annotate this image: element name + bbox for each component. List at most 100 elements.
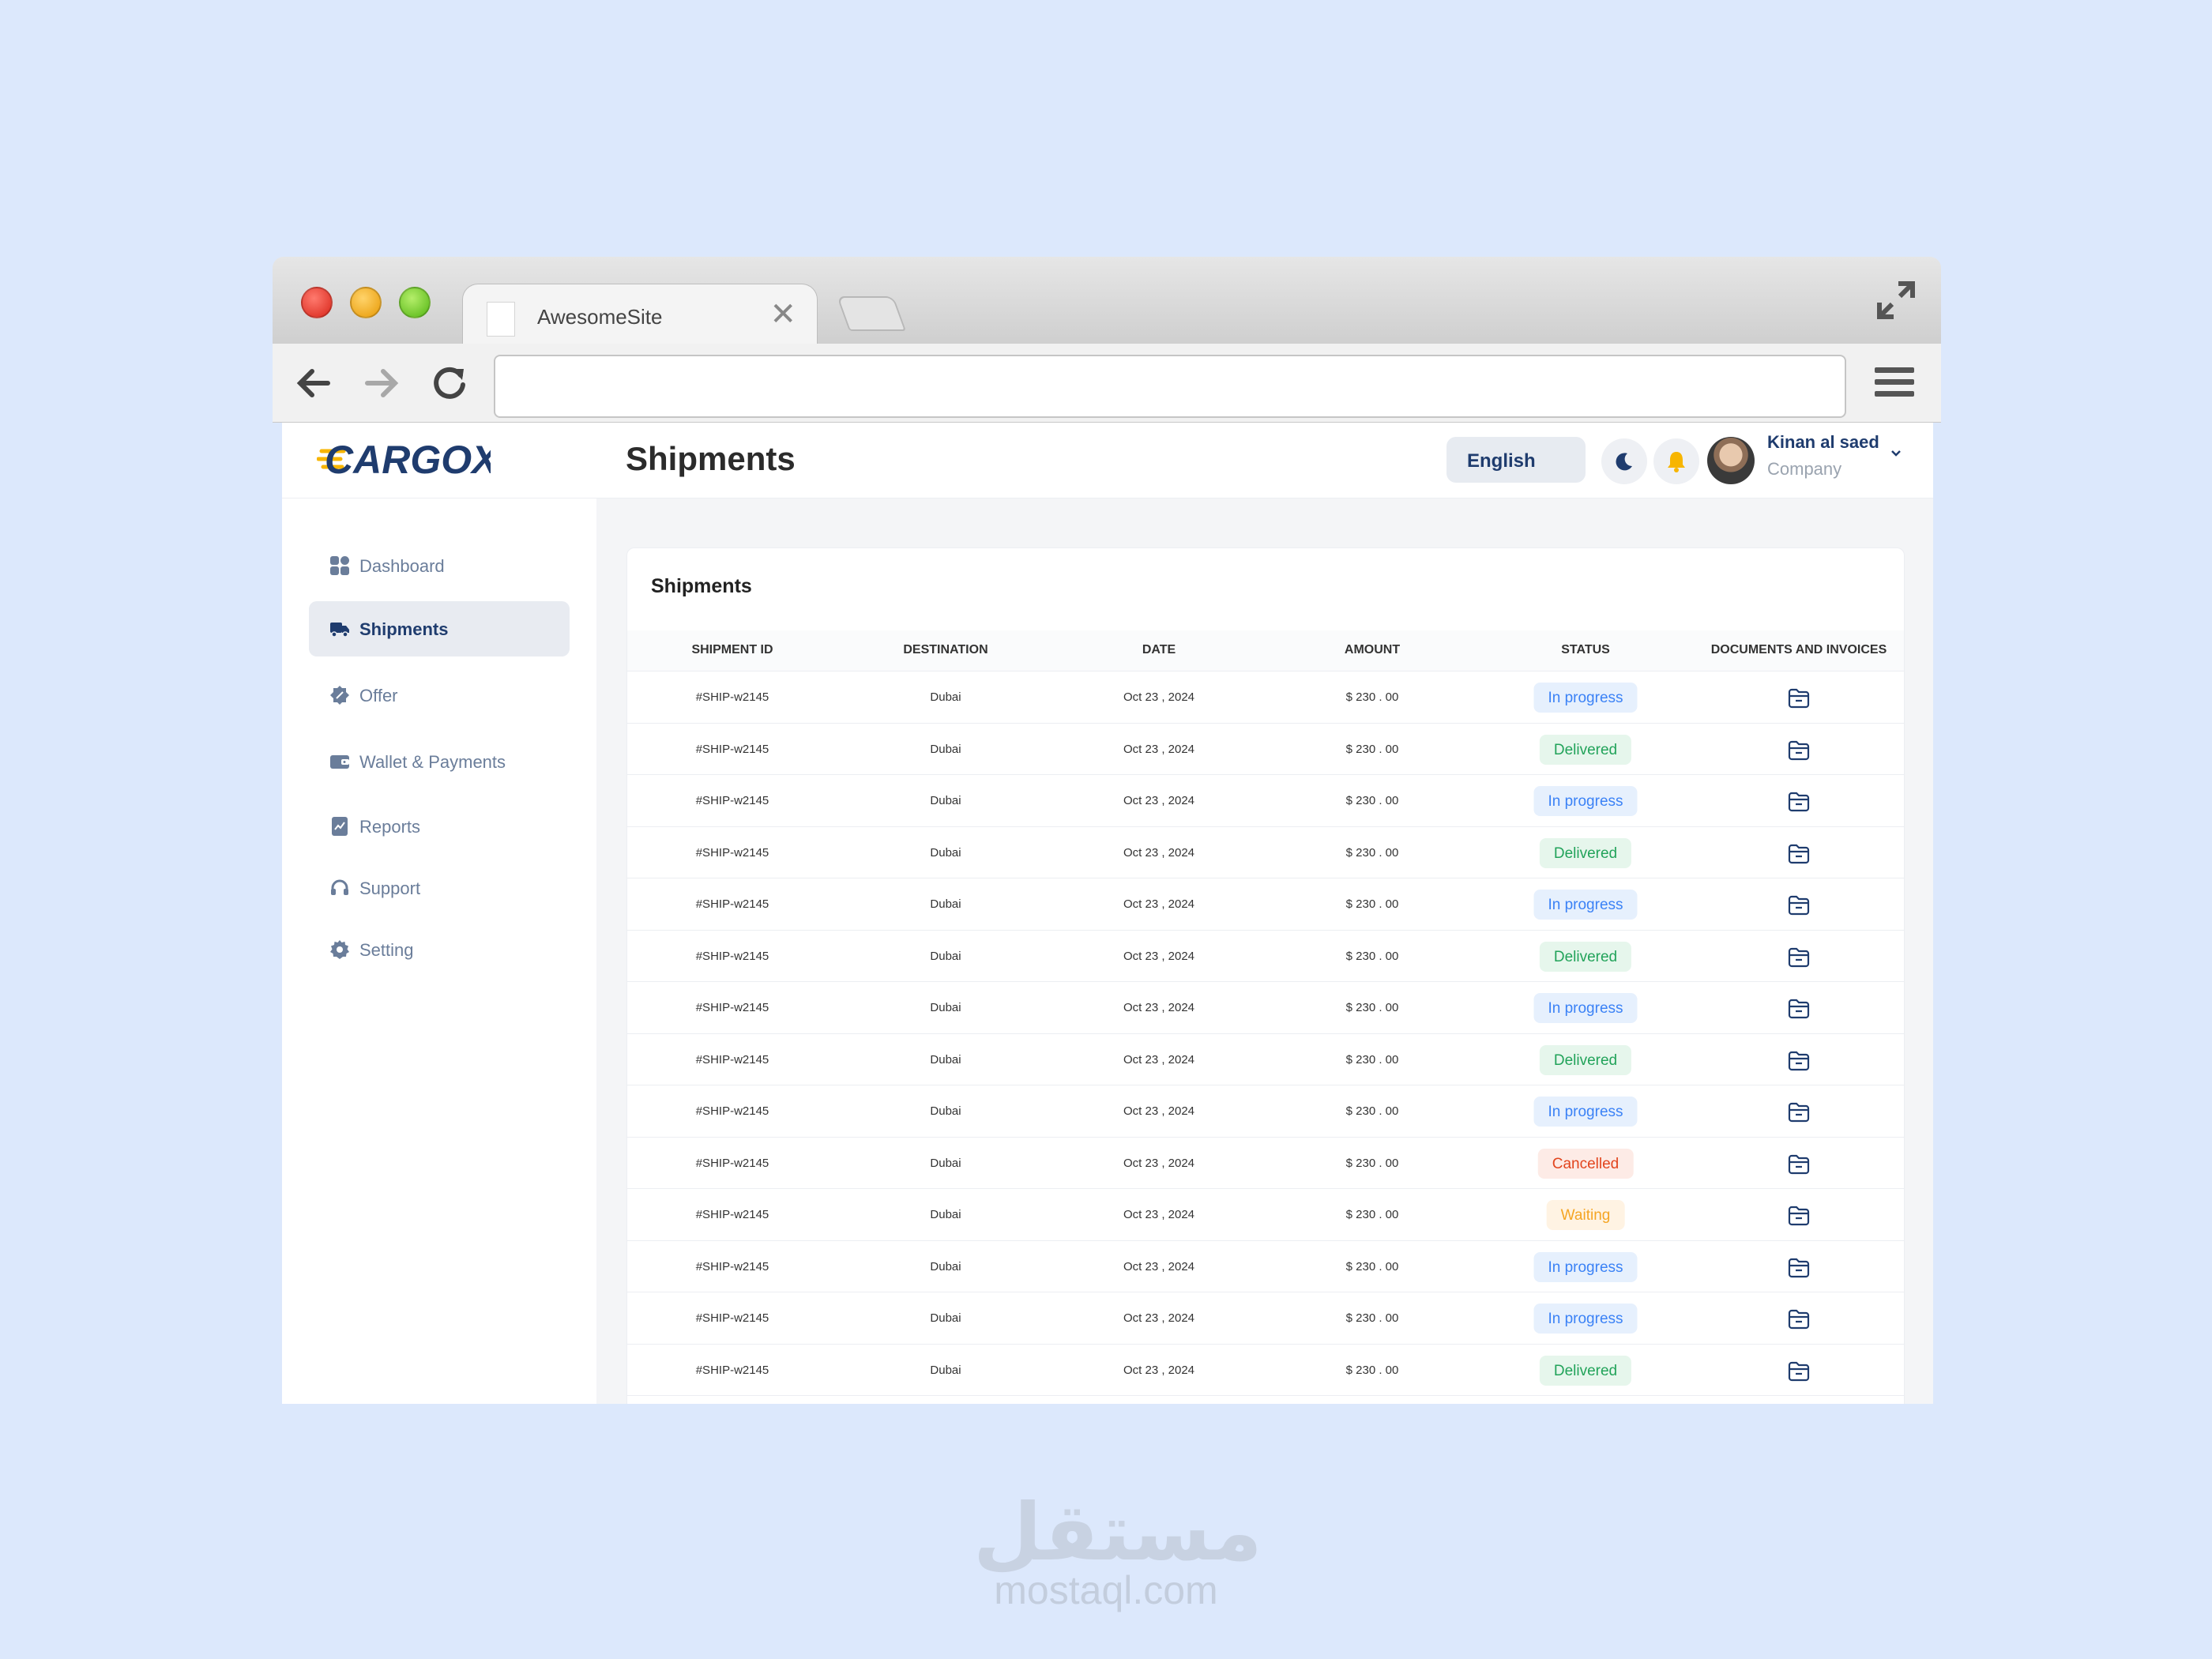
forward-arrow-icon[interactable]: [361, 363, 402, 404]
status-badge: Delivered: [1539, 1355, 1632, 1386]
cell-date: Oct 23 , 2024: [1123, 1052, 1195, 1066]
folder-icon[interactable]: [1787, 1101, 1811, 1123]
folder-icon[interactable]: [1787, 1257, 1811, 1279]
cell-destination: Dubai: [930, 1363, 961, 1377]
folder-icon[interactable]: [1787, 1153, 1811, 1176]
cell-destination: Dubai: [930, 1208, 961, 1221]
cell-destination: Dubai: [930, 794, 961, 807]
bell-icon: [1668, 452, 1685, 472]
status-badge: In progress: [1533, 1304, 1638, 1334]
cell-amount: $ 230 . 00: [1345, 690, 1399, 704]
status-badge: Delivered: [1539, 734, 1632, 765]
chevron-down-icon[interactable]: [1888, 445, 1904, 461]
cell-amount: $ 230 . 00: [1345, 1052, 1399, 1066]
headset-icon: [331, 879, 348, 895]
sidebar-item-offer[interactable]: Offer: [309, 668, 570, 723]
table-row[interactable]: #SHIP-w2145 Dubai Oct 23 , 2024 $ 230 . 00 D…: [627, 1345, 1904, 1396]
column-header[interactable]: DATE: [1142, 643, 1176, 657]
watermark-arabic: مستقل: [973, 1486, 1262, 1578]
folder-icon[interactable]: [1787, 843, 1811, 865]
table-row[interactable]: #SHIP-w2145 Dubai Oct 23 , 2024 $ 230 . 00 I…: [627, 878, 1904, 931]
cell-destination: Dubai: [930, 949, 961, 963]
new-tab-button[interactable]: [836, 296, 907, 331]
avatar[interactable]: [1707, 437, 1755, 484]
shipments-card: Shipments SHIPMENT ID DESTINATION DATE A…: [626, 547, 1905, 1404]
fullscreen-icon[interactable]: [1875, 279, 1917, 322]
folder-icon[interactable]: [1787, 998, 1811, 1020]
sidebar-item-support[interactable]: Support: [309, 860, 570, 916]
cell-date: Oct 23 , 2024: [1123, 897, 1195, 911]
table-row[interactable]: #SHIP-w2145 Dubai Oct 23 , 2024 $ 230 . 00 I…: [627, 1085, 1904, 1138]
dark-mode-toggle[interactable]: [1601, 438, 1647, 484]
address-bar[interactable]: [494, 355, 1846, 418]
cell-amount: $ 230 . 00: [1345, 1156, 1399, 1170]
table-row[interactable]: #SHIP-w2145 Dubai Oct 23 , 2024 $ 230 . 00 D…: [627, 724, 1904, 775]
cell-date: Oct 23 , 2024: [1123, 845, 1195, 860]
status-badge: Waiting: [1546, 1200, 1625, 1230]
sidebar-item-setting[interactable]: Setting: [309, 922, 570, 977]
cell-destination: Dubai: [930, 1259, 961, 1273]
table-row[interactable]: #SHIP-w2145 Dubai Oct 23 , 2024 $ 230 . 00 I…: [627, 1241, 1904, 1292]
maximize-window-button[interactable]: [399, 287, 431, 318]
table-row[interactable]: #SHIP-w2145 Dubai Oct 23 , 2024 $ 230 . 00 C…: [627, 1138, 1904, 1189]
card-title: Shipments: [651, 575, 752, 597]
column-header[interactable]: DOCUMENTS AND INVOICES: [1711, 643, 1887, 657]
status-badge: In progress: [1533, 890, 1638, 920]
sidebar-item-label: Reports: [359, 817, 421, 837]
cell-amount: $ 230 . 00: [1345, 949, 1399, 963]
table-row[interactable]: #SHIP-w2145 Dubai Oct 23 , 2024 $ 230 . 00 I…: [627, 672, 1904, 724]
cargox-logo[interactable]: CARGOX: [317, 434, 491, 483]
cell-id: #SHIP-w2145: [695, 742, 769, 756]
status-badge: Delivered: [1539, 837, 1632, 868]
folder-icon[interactable]: [1787, 739, 1811, 762]
column-header[interactable]: DESTINATION: [903, 643, 988, 657]
browser-menu-icon[interactable]: [1875, 367, 1914, 402]
folder-icon[interactable]: [1787, 687, 1811, 709]
table-row[interactable]: #SHIP-w2145 Dubai Oct 23 , 2024 $ 230 . 00 D…: [627, 1034, 1904, 1085]
cell-id: #SHIP-w2145: [695, 1104, 769, 1118]
sidebar-item-wallet[interactable]: Wallet & Payments: [309, 734, 570, 789]
table-row[interactable]: #SHIP-w2145 Dubai Oct 23 , 2024 $ 230 . 00 W…: [627, 1189, 1904, 1241]
back-arrow-icon[interactable]: [293, 363, 334, 404]
language-selector[interactable]: English: [1446, 437, 1586, 483]
sidebar-item-label: Support: [359, 878, 421, 898]
sidebar-item-shipments[interactable]: Shipments: [309, 601, 570, 656]
browser-tab[interactable]: AwesomeSite ✕: [462, 284, 818, 345]
folder-icon[interactable]: [1787, 946, 1811, 969]
cell-amount: $ 230 . 00: [1345, 794, 1399, 807]
table-row[interactable]: #SHIP-w2145 Dubai Oct 23 , 2024 $ 230 . 00 D…: [627, 931, 1904, 982]
folder-icon[interactable]: [1787, 1050, 1811, 1072]
table-row[interactable]: #SHIP-w2145 Dubai Oct 23 , 2024 $ 230 . 00 D…: [627, 827, 1904, 878]
watermark: مستقل mostaql.com: [973, 1486, 1262, 1613]
cell-destination: Dubai: [930, 1001, 961, 1014]
reload-icon[interactable]: [429, 363, 470, 404]
column-header[interactable]: SHIPMENT ID: [691, 643, 773, 657]
cell-id: #SHIP-w2145: [695, 1259, 769, 1273]
sidebar-item-dashboard[interactable]: Dashboard: [309, 538, 570, 593]
column-header[interactable]: AMOUNT: [1345, 643, 1400, 657]
folder-icon[interactable]: [1787, 791, 1811, 813]
sidebar-item-label: Dashboard: [359, 556, 445, 576]
folder-icon[interactable]: [1787, 894, 1811, 916]
notifications-button[interactable]: [1653, 438, 1699, 484]
user-role: Company: [1767, 459, 1842, 479]
tab-close-icon[interactable]: ✕: [769, 299, 796, 330]
cell-destination: Dubai: [930, 1104, 961, 1118]
close-window-button[interactable]: [301, 287, 333, 318]
table-row[interactable]: #SHIP-w2145 Dubai Oct 23 , 2024 $ 230 . 00 I…: [627, 775, 1904, 827]
report-icon: [332, 817, 348, 836]
badge-icon: [330, 686, 349, 705]
table-row[interactable]: #SHIP-w2145 Dubai Oct 23 , 2024 $ 230 . 00 I…: [627, 1292, 1904, 1345]
minimize-window-button[interactable]: [350, 287, 382, 318]
cell-amount: $ 230 . 00: [1345, 1104, 1399, 1118]
moon-icon: [1616, 453, 1632, 471]
sidebar-item-reports[interactable]: Reports: [309, 799, 570, 854]
folder-icon[interactable]: [1787, 1205, 1811, 1227]
status-badge: In progress: [1533, 1097, 1638, 1127]
column-header[interactable]: STATUS: [1561, 643, 1610, 657]
cell-id: #SHIP-w2145: [695, 1052, 769, 1066]
folder-icon[interactable]: [1787, 1360, 1811, 1382]
cell-destination: Dubai: [930, 1311, 961, 1325]
folder-icon[interactable]: [1787, 1308, 1811, 1330]
table-row[interactable]: #SHIP-w2145 Dubai Oct 23 , 2024 $ 230 . 00 I…: [627, 982, 1904, 1034]
